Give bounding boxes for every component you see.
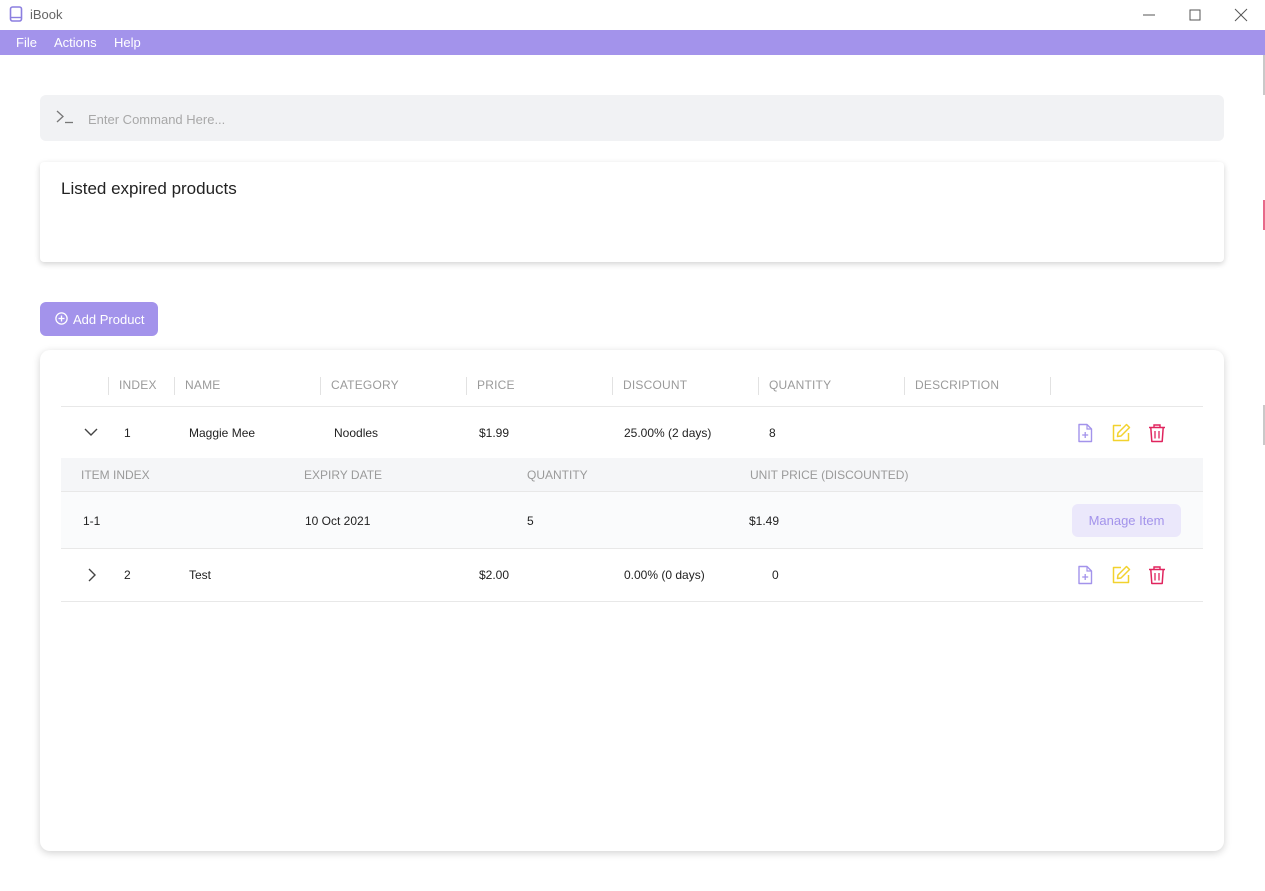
column-separator [108, 377, 109, 395]
column-separator [466, 377, 467, 395]
title-bar: iBook [0, 0, 1265, 30]
result-message: Listed expired products [61, 179, 237, 198]
cell-quantity: 8 [769, 426, 776, 440]
table-header: INDEX NAME CATEGORY PRICE DISCOUNT QUANT… [61, 375, 1203, 407]
cell-discount: 0.00% (0 days) [624, 568, 705, 582]
item-header-unit-price: UNIT PRICE (DISCOUNTED) [750, 468, 909, 482]
item-header-quantity: QUANTITY [527, 468, 588, 482]
trash-icon[interactable] [1147, 423, 1167, 443]
header-description[interactable]: DESCRIPTION [915, 378, 999, 392]
header-category[interactable]: CATEGORY [331, 378, 399, 392]
menu-bar: File Actions Help [0, 30, 1265, 55]
close-icon [1234, 8, 1248, 22]
menu-actions[interactable]: Actions [54, 35, 97, 50]
trash-icon[interactable] [1147, 565, 1167, 585]
cell-index: 2 [124, 568, 131, 582]
close-button[interactable] [1227, 4, 1255, 26]
header-quantity[interactable]: QUANTITY [769, 378, 831, 392]
cell-price: $2.00 [479, 568, 510, 582]
column-separator [1050, 377, 1051, 395]
maximize-button[interactable] [1181, 4, 1209, 26]
window-title: iBook [30, 7, 63, 22]
cell-index: 1 [124, 426, 131, 440]
header-index[interactable]: INDEX [119, 378, 157, 392]
item-cell-quantity: 5 [527, 514, 534, 528]
book-icon [9, 6, 23, 22]
file-view-icon[interactable] [1075, 423, 1095, 443]
column-separator [612, 377, 613, 395]
menu-help[interactable]: Help [114, 35, 141, 50]
product-table: INDEX NAME CATEGORY PRICE DISCOUNT QUANT… [40, 350, 1224, 851]
header-name[interactable]: NAME [185, 378, 220, 392]
menu-file[interactable]: File [16, 35, 37, 50]
cell-category: Noodles [334, 426, 379, 440]
minimize-icon [1143, 14, 1155, 16]
cell-name: Test [189, 568, 212, 582]
minimize-button[interactable] [1135, 4, 1163, 26]
column-separator [904, 377, 905, 395]
plus-circle-icon [55, 312, 68, 325]
item-cell-expiry: 10 Oct 2021 [305, 514, 371, 528]
add-product-label: Add Product [73, 312, 145, 327]
item-table-header: ITEM INDEX EXPIRY DATE QUANTITY UNIT PRI… [61, 458, 1203, 492]
item-header-expiry: EXPIRY DATE [304, 468, 383, 482]
command-input[interactable] [86, 107, 1190, 131]
cell-price: $1.99 [479, 426, 510, 440]
header-discount[interactable]: DISCOUNT [623, 378, 687, 392]
header-price[interactable]: PRICE [477, 378, 515, 392]
terminal-prompt-icon [56, 110, 73, 124]
command-box [40, 95, 1224, 141]
item-header-index: ITEM INDEX [81, 468, 150, 482]
chevron-down-icon[interactable] [84, 427, 98, 437]
file-view-icon[interactable] [1075, 565, 1095, 585]
result-display: Listed expired products [40, 162, 1224, 262]
maximize-icon [1189, 9, 1201, 21]
add-product-button[interactable]: Add Product [40, 302, 158, 336]
column-separator [320, 377, 321, 395]
column-separator [758, 377, 759, 395]
cell-name: Maggie Mee [189, 426, 256, 440]
chevron-right-icon[interactable] [87, 568, 97, 582]
cell-quantity: 0 [772, 568, 779, 582]
edit-icon[interactable] [1111, 423, 1131, 443]
edit-icon[interactable] [1111, 565, 1131, 585]
item-cell-index: 1-1 [83, 514, 101, 528]
manage-item-button[interactable]: Manage Item [1072, 504, 1181, 537]
cell-discount: 25.00% (2 days) [624, 426, 712, 440]
item-cell-unit-price: $1.49 [749, 514, 780, 528]
table-row[interactable]: 1 Maggie Mee Noodles $1.99 25.00% (2 day… [61, 407, 1203, 460]
column-separator [174, 377, 175, 395]
item-row: 1-1 10 Oct 2021 5 $1.49 Manage Item [61, 492, 1203, 549]
table-row[interactable]: 2 Test $2.00 0.00% (0 days) 0 [61, 549, 1203, 602]
